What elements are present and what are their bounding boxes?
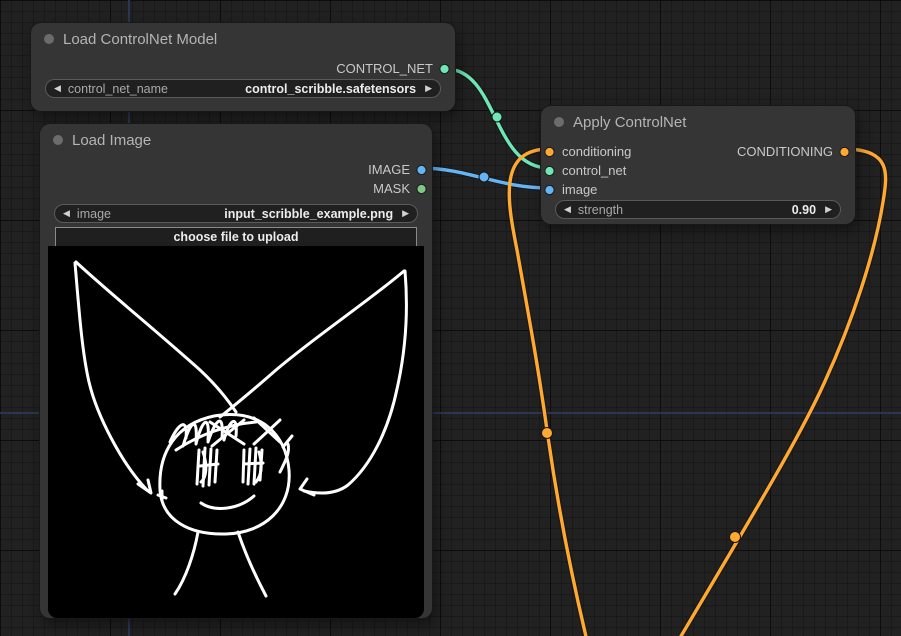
node-load-controlnet-model[interactable]: Load ControlNet Model CONTROL_NET ◀ cont… [31, 23, 455, 111]
next-value-icon[interactable]: ▶ [425, 84, 432, 93]
node-header: Load Image [40, 124, 432, 156]
image-filename-widget[interactable]: ◀ image input_scribble_example.png ▶ [54, 204, 418, 223]
node-title: Apply ControlNet [573, 113, 687, 131]
node-graph-canvas[interactable]: Load ControlNet Model CONTROL_NET ◀ cont… [0, 0, 901, 636]
node-title: Load ControlNet Model [63, 30, 218, 48]
output-slot-image: IMAGE [40, 160, 432, 179]
node-header: Load ControlNet Model [31, 23, 455, 55]
strength-widget[interactable]: ◀ strength 0.90 ▶ [555, 200, 841, 219]
prev-value-icon[interactable]: ◀ [54, 84, 61, 93]
output-label: CONTROL_NET [336, 61, 433, 76]
widget-name: strength [577, 202, 624, 217]
output-slot-control-net: CONTROL_NET [31, 59, 455, 78]
output-label: IMAGE [368, 162, 410, 177]
input-label: image [562, 182, 598, 197]
image-preview [48, 246, 424, 618]
output-label: MASK [373, 181, 410, 196]
input-label: control_net [562, 163, 627, 178]
link-midpoint-dot [491, 111, 503, 123]
input-slot-control-net: control_net [541, 161, 855, 180]
input-port-image[interactable] [544, 184, 555, 195]
output-port-mask[interactable] [416, 183, 427, 194]
input-slot-image: image [541, 180, 855, 199]
node-title: Load Image [72, 131, 152, 149]
collapse-dot-icon[interactable] [53, 135, 63, 145]
next-value-icon[interactable]: ▶ [825, 205, 832, 214]
input-label: conditioning [562, 144, 632, 159]
widget-name: image [76, 206, 111, 221]
output-label: CONDITIONING [736, 144, 833, 159]
link-midpoint-dot [478, 171, 490, 183]
output-port-conditioning[interactable] [839, 146, 850, 157]
node-header: Apply ControlNet [541, 106, 855, 138]
next-value-icon[interactable]: ▶ [402, 209, 409, 218]
scribble-drawing [73, 260, 408, 598]
output-slot-mask: MASK [40, 179, 432, 198]
node-load-image[interactable]: Load Image IMAGE MASK ◀ image input_scri… [40, 124, 432, 618]
input-port-control-net[interactable] [544, 165, 555, 176]
collapse-dot-icon[interactable] [44, 34, 54, 44]
choose-file-button[interactable]: choose file to upload [55, 227, 417, 247]
slot-row-conditioning: conditioning CONDITIONING [541, 142, 855, 161]
output-port-image[interactable] [416, 164, 427, 175]
collapse-dot-icon[interactable] [554, 117, 564, 127]
prev-value-icon[interactable]: ◀ [63, 209, 70, 218]
control-net-name-widget[interactable]: ◀ control_net_name control_scribble.safe… [45, 79, 441, 98]
widget-value: control_scribble.safetensors [245, 81, 417, 96]
link-midpoint-dot [541, 427, 553, 439]
node-apply-controlnet[interactable]: Apply ControlNet conditioning CONDITIONI… [541, 106, 855, 224]
prev-value-icon[interactable]: ◀ [564, 205, 571, 214]
link-midpoint-dot [729, 531, 741, 543]
widget-name: control_net_name [67, 81, 168, 96]
output-port-control-net[interactable] [439, 63, 450, 74]
widget-value: 0.90 [791, 202, 817, 217]
input-port-conditioning[interactable] [544, 146, 555, 157]
widget-value: input_scribble_example.png [224, 206, 394, 221]
